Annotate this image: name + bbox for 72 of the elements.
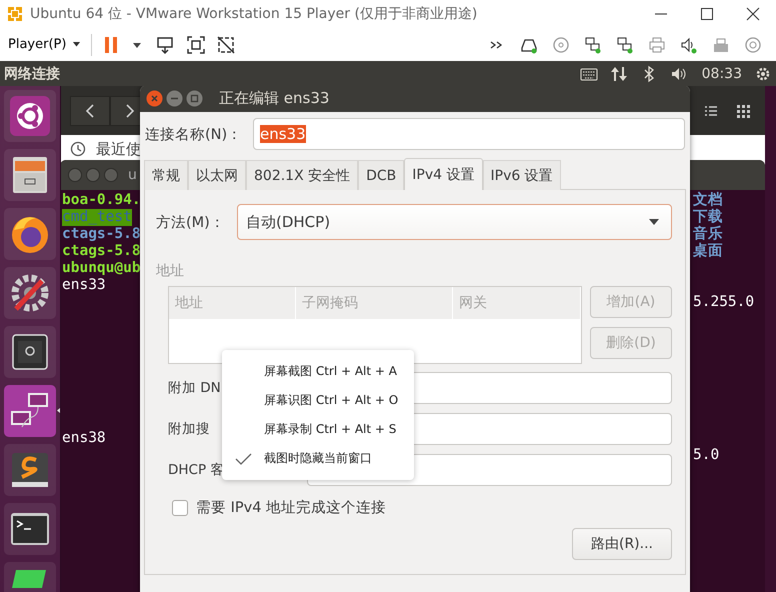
tab[interactable]: DCB (358, 160, 404, 190)
app-title: 网络连接 (4, 64, 61, 82)
field-label: 附加 DN (168, 380, 221, 396)
menu-item[interactable]: 屏幕录制 Ctrl + Alt + S (264, 421, 396, 438)
window-title: Ubuntu 64 位 - VMware Workstation 15 Player (仅用于非商业用途) (30, 5, 478, 23)
player-menu[interactable]: Player(P) (6, 35, 84, 54)
terminal-line: 桌面 (693, 243, 723, 260)
caret-icon (649, 219, 659, 225)
tab[interactable]: 802.1X 安全性 (246, 160, 358, 190)
up-down-arrows-icon[interactable] (610, 64, 628, 82)
launcher-item[interactable] (4, 326, 56, 378)
clock: 08:33 (702, 66, 742, 82)
disc-icon[interactable] (744, 36, 762, 54)
terminal-line: ctags-5.8 (62, 226, 141, 243)
caret-icon (72, 42, 82, 48)
maximize-icon[interactable] (700, 7, 714, 21)
menu-item[interactable]: 屏幕识图 Ctrl + Alt + O (264, 392, 398, 409)
terminal-line: boa-0.94. (62, 192, 141, 209)
launcher-item[interactable] (4, 267, 56, 319)
sidebar-item[interactable]: 最近使 (96, 140, 141, 158)
launcher-item[interactable] (4, 90, 56, 142)
terminal-line: ctags-5.8 (62, 243, 141, 260)
column-header: 地址 (169, 287, 296, 319)
chevron-right-icon (125, 104, 135, 118)
clock-icon (70, 141, 86, 157)
launcher-item[interactable] (4, 503, 56, 555)
list-view-icon[interactable] (704, 104, 718, 118)
terminal-line: ens38 (62, 430, 106, 447)
back-button[interactable] (70, 96, 110, 126)
app-logo-icon (6, 5, 24, 23)
grid-view-icon[interactable] (736, 104, 750, 118)
field-label: DHCP 客 (168, 462, 224, 478)
tab[interactable]: IPv4 设置 (404, 158, 483, 190)
tab[interactable]: IPv6 设置 (482, 160, 561, 190)
terminal-line: ens33 (62, 277, 106, 294)
field-label: 附加搜 (168, 421, 210, 437)
tab[interactable]: 常规 (144, 160, 188, 190)
crossed-screen-icon[interactable] (216, 34, 236, 54)
close-icon[interactable] (746, 7, 760, 21)
speaker-icon[interactable] (680, 36, 698, 54)
field-label: 方法(M)： (156, 214, 226, 232)
network-adapter-icon[interactable] (616, 36, 634, 54)
fullscreen-icon[interactable] (186, 34, 206, 54)
menu-item[interactable]: 截图时隐藏当前窗口 (264, 450, 372, 467)
section-heading: 地址 (156, 262, 185, 281)
menu-item[interactable]: 屏幕截图 Ctrl + Alt + A (264, 363, 397, 380)
launcher-item[interactable] (4, 444, 56, 496)
window-title: u (128, 167, 137, 183)
window-title: 正在编辑 ens33 (219, 89, 330, 108)
disc-icon[interactable] (552, 36, 570, 54)
terminal-line: ubunqu@ub (62, 260, 141, 277)
button[interactable]: 路由(R)... (572, 528, 672, 560)
usb-device-icon[interactable] (712, 36, 730, 54)
network-adapter-icon[interactable] (584, 36, 602, 54)
method-dropdown[interactable]: 自动(DHCP) (237, 204, 672, 240)
launcher-item[interactable] (4, 208, 56, 260)
terminal-line: 文档 (693, 192, 723, 208)
tab[interactable]: 以太网 (188, 160, 246, 190)
printer-icon[interactable] (648, 36, 666, 54)
column-header: 网关 (453, 287, 581, 319)
launcher-item[interactable] (4, 149, 56, 201)
ubuntu-logo-icon (8, 94, 52, 138)
chevron-left-icon (85, 104, 95, 118)
input-field[interactable]: ens33 (253, 118, 685, 150)
column-header: 子网掩码 (296, 287, 453, 319)
checkbox[interactable] (172, 500, 188, 516)
terminal-line: 5.255.0 (693, 294, 754, 311)
terminal-line: 5.0 (693, 447, 720, 464)
terminal-line: 音乐 (693, 226, 723, 242)
field-label: 连接名称(N)： (145, 126, 244, 144)
checkbox-label: 需要 IPv4 地址完成这个连接 (196, 498, 386, 517)
terminal-line: 下载 (693, 209, 723, 226)
